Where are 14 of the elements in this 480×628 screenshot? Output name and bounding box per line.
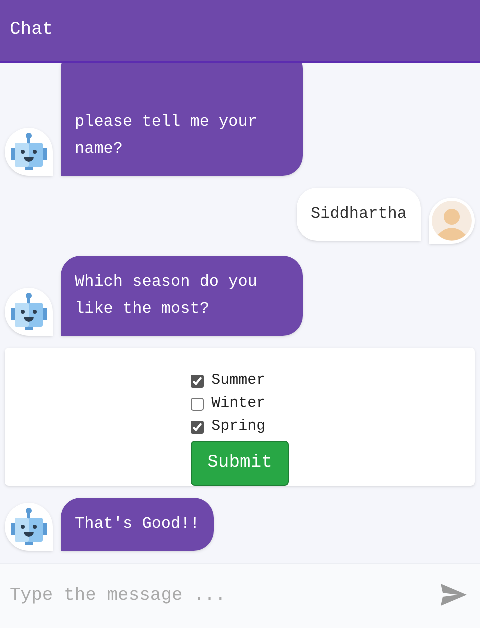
bot-message: Which season do you like the most? [61,256,303,336]
header-title: Chat [10,19,54,42]
message-input[interactable]: Type the message ... [0,563,480,628]
bot-message: That's Good!! [61,498,214,551]
send-icon[interactable] [440,583,468,607]
bot-message: please tell me your name? [61,63,303,176]
user-message: Siddhartha [296,188,421,241]
checkbox-label: Spring [212,417,266,438]
checkbox[interactable] [190,375,204,388]
checkbox[interactable] [190,398,204,411]
checkbox[interactable] [190,421,204,434]
checkbox-label: Winter [212,394,266,414]
checkbox-label: Summer [212,371,266,392]
submit-button[interactable]: Submit [190,441,290,486]
